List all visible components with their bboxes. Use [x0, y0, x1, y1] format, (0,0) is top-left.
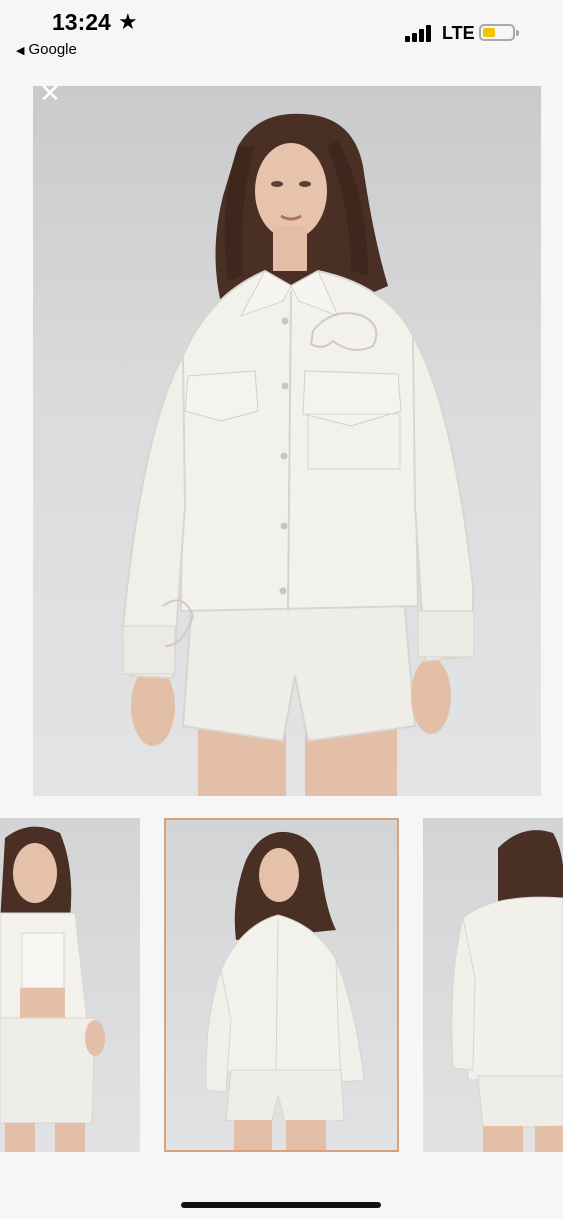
- battery-icon: [479, 24, 515, 41]
- thumbnail-1[interactable]: [0, 818, 140, 1152]
- thumbnail-2-selected[interactable]: [164, 818, 399, 1152]
- status-bar: 13:24 ★ ◀ Google LTE: [0, 0, 563, 70]
- signal-strength-icon: [405, 24, 437, 42]
- main-product-image[interactable]: [33, 86, 541, 796]
- star-icon: ★: [118, 9, 138, 34]
- back-to-google-link[interactable]: ◀ Google: [16, 41, 77, 58]
- status-time: 13:24: [52, 9, 111, 35]
- back-label: Google: [28, 41, 77, 58]
- close-icon[interactable]: ✕: [37, 80, 63, 106]
- thumbnail-3[interactable]: [423, 818, 563, 1152]
- network-type: LTE: [442, 23, 475, 43]
- home-indicator[interactable]: [181, 1202, 381, 1208]
- back-arrow-icon: ◀: [16, 45, 25, 57]
